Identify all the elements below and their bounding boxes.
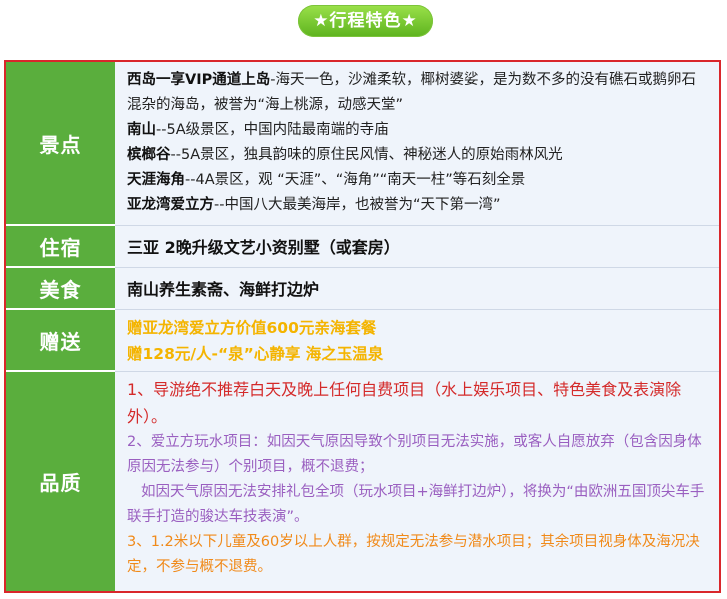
itinerary-table: 景点 西岛一享VIP通道上岛-海天一色，沙滩柔软，椰树婆娑，是为数不多的没有礁石… [4, 60, 721, 593]
spot-name: 亚龙湾爱立方 [127, 197, 214, 213]
spot-name: 西岛一享VIP通道上岛 [127, 72, 271, 88]
quality-item-3: 3、1.2米以下儿童及60岁以上人群，按规定无法参与潜水项目；其余项目视身体及海… [127, 534, 700, 575]
row-label-gift: 赠送 [6, 310, 115, 372]
spot-item: 亚龙湾爱立方--中国八大最美海岸，也被誉为“天下第一湾” [127, 193, 709, 218]
spots-cell: 西岛一享VIP通道上岛-海天一色，沙滩柔软，椰树婆娑，是为数不多的没有礁石或鹅卵… [115, 62, 719, 226]
row-label-food: 美食 [6, 268, 115, 310]
quality-cell: 1、导游绝不推荐白天及晚上任何自费项目（水上娱乐项目、特色美食及表演除外）。 2… [115, 372, 719, 591]
gift-line-1: 赠亚龙湾爱立方价值600元亲海套餐 [127, 319, 377, 337]
quality-item-2-note: 如因天气原因无法安排礼包全项（玩水项目+海鲜打边炉），将换为“由欧洲五国顶尖车手… [127, 484, 705, 525]
food-text: 南山养生素斋、海鲜打边炉 [127, 280, 320, 299]
spot-desc: --中国八大最美海岸，也被誉为“天下第一湾” [214, 197, 501, 213]
spot-desc: --5A级景区，中国内陆最南端的寺庙 [156, 122, 389, 138]
quality-item-2: 2、爱立方玩水项目：如因天气原因导致个别项目无法实施，或客人自愿放弃（包含因身体… [127, 434, 702, 475]
stay-cell: 三亚 2晚升级文艺小资别墅（或套房） [115, 226, 719, 268]
spot-desc: --5A景区，独具韵味的原住民风情、神秘迷人的原始雨林风光 [170, 147, 563, 163]
gift-cell: 赠亚龙湾爱立方价值600元亲海套餐 赠128元/人-“泉”心静享 海之玉温泉 [115, 310, 719, 372]
spot-item: 天涯海角--4A景区，观 “天涯”、“海角”“南天一柱”等石刻全景 [127, 168, 709, 193]
row-label-quality: 品质 [6, 372, 115, 591]
stay-text: 三亚 2晚升级文艺小资别墅（或套房） [127, 238, 400, 257]
spot-desc: --4A景区，观 “天涯”、“海角”“南天一柱”等石刻全景 [185, 172, 526, 188]
section-title: ★行程特色★ [298, 5, 433, 37]
row-label-spots: 景点 [6, 62, 115, 226]
gift-line-2: 赠128元/人-“泉”心静享 海之玉温泉 [127, 345, 384, 363]
spot-name: 南山 [127, 122, 156, 138]
quality-item-1: 1、导游绝不推荐白天及晚上任何自费项目（水上娱乐项目、特色美食及表演除外）。 [127, 380, 682, 426]
spot-item: 南山--5A级景区，中国内陆最南端的寺庙 [127, 118, 709, 143]
food-cell: 南山养生素斋、海鲜打边炉 [115, 268, 719, 310]
spot-name: 天涯海角 [127, 172, 185, 188]
spot-item: 西岛一享VIP通道上岛-海天一色，沙滩柔软，椰树婆娑，是为数不多的没有礁石或鹅卵… [127, 68, 709, 118]
spot-item: 槟榔谷--5A景区，独具韵味的原住民风情、神秘迷人的原始雨林风光 [127, 143, 709, 168]
spot-name: 槟榔谷 [127, 147, 171, 163]
row-label-stay: 住宿 [6, 226, 115, 268]
